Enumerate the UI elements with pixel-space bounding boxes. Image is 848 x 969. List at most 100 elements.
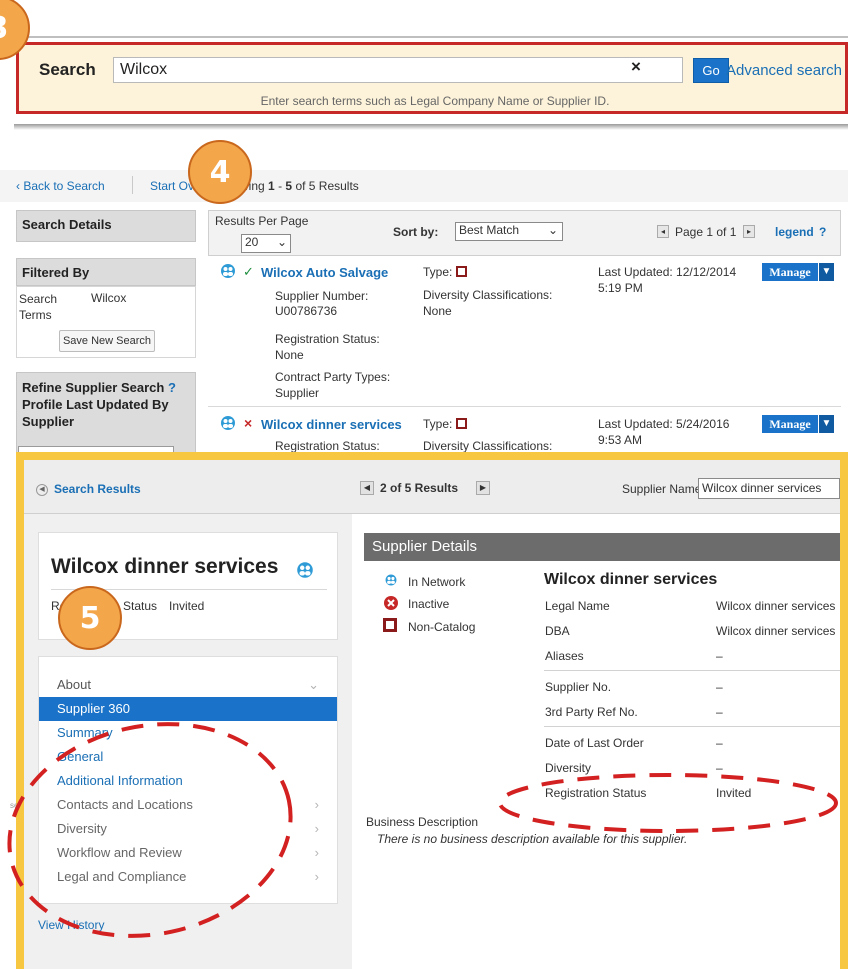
- showing-text: wing 1 - 5 of 5 Results: [240, 179, 359, 193]
- sort-by-label: Sort by:: [393, 225, 439, 239]
- search-label: Search: [39, 60, 96, 79]
- prev-page-icon[interactable]: ◂: [657, 225, 669, 238]
- chevron-down-icon[interactable]: ▼: [818, 415, 834, 433]
- side-fragment-label: ser: [10, 801, 22, 810]
- chevron-right-icon: ›: [314, 821, 319, 836]
- last-updated-time: 9:53 AM: [598, 433, 643, 447]
- next-page-icon[interactable]: ▸: [743, 225, 755, 238]
- nav-contacts-locations[interactable]: Contacts and Locations ›: [39, 793, 337, 817]
- detail-value: –: [716, 649, 723, 663]
- save-new-search-button[interactable]: Save New Search: [59, 330, 155, 352]
- nav-supplier-360[interactable]: Supplier 360: [39, 697, 337, 721]
- diversity-label: Diversity Classifications:: [423, 439, 553, 453]
- details-title: Wilcox dinner services: [544, 571, 718, 588]
- field-value: None: [275, 348, 304, 362]
- detail-value: –: [716, 761, 723, 775]
- back-to-search-link[interactable]: ‹ Back to Search: [16, 179, 105, 193]
- reg-status-label-end: Status: [123, 599, 158, 613]
- legend-help-icon[interactable]: ?: [819, 225, 826, 239]
- per-page-select[interactable]: 20 ⌄: [241, 234, 291, 253]
- chevron-right-icon: ›: [314, 797, 319, 812]
- nav-additional-information[interactable]: Additional Information: [39, 769, 337, 793]
- nav-diversity[interactable]: Diversity ›: [39, 817, 337, 841]
- search-panel: Search × Go Advanced search Enter search…: [16, 42, 848, 114]
- result-row: × Wilcox dinner services Type: Registrat…: [208, 408, 841, 456]
- inactive-x-icon: ×: [244, 415, 253, 431]
- last-updated: Last Updated: 5/24/2016: [598, 417, 730, 431]
- prev-supplier-icon[interactable]: ◀: [360, 481, 374, 495]
- back-icon[interactable]: ◀: [36, 484, 48, 496]
- supplier-title: Wilcox dinner services: [51, 555, 279, 578]
- detail-label: Legal Name: [545, 599, 610, 613]
- legend-inactive: Inactive: [408, 597, 450, 611]
- top-divider: [0, 36, 848, 38]
- detail-value: –: [716, 680, 723, 694]
- refine-help-icon[interactable]: ?: [168, 380, 176, 395]
- chevron-down-icon[interactable]: ▼: [818, 263, 834, 281]
- non-catalog-icon: [456, 418, 468, 429]
- active-check-icon: ✓: [243, 264, 254, 279]
- supplier-detail-overlay: ◀ Search Results ◀ 2 of 5 Results ▶ Supp…: [10, 452, 848, 969]
- field-label: Registration Status:: [275, 439, 380, 453]
- diversity-value: None: [423, 304, 452, 318]
- in-network-icon: [385, 574, 397, 586]
- field-label: Registration Status:: [275, 332, 380, 346]
- detail-label: Registration Status: [545, 786, 647, 800]
- detail-label: Aliases: [545, 649, 584, 663]
- field-label: Supplier Number:: [275, 289, 369, 303]
- view-history-link[interactable]: View History: [38, 918, 104, 932]
- reg-status-value: Invited: [169, 599, 205, 613]
- nav-workflow-review[interactable]: Workflow and Review ›: [39, 841, 337, 865]
- toolbar-divider: [132, 176, 133, 194]
- supplier-details-header: Supplier Details: [364, 533, 840, 561]
- detail-left-panel: Wilcox dinner services Re Status Invited…: [24, 514, 352, 969]
- search-hint: Enter search terms such as Legal Company…: [260, 94, 610, 108]
- supplier-name-link[interactable]: Wilcox dinner services: [261, 417, 402, 432]
- business-description-text: There is no business description availab…: [377, 832, 688, 846]
- clear-search-icon[interactable]: ×: [631, 57, 641, 77]
- result-row: ✓ Wilcox Auto Salvage Type: Supplier Num…: [208, 256, 841, 402]
- detail-value: Wilcox dinner services: [716, 624, 836, 638]
- in-network-icon: [221, 416, 235, 430]
- supplier-name-link[interactable]: Wilcox Auto Salvage: [261, 265, 388, 280]
- non-catalog-icon: [383, 618, 397, 632]
- nav-legal-compliance[interactable]: Legal and Compliance ›: [39, 865, 337, 889]
- manage-button[interactable]: Manage ▼: [762, 263, 834, 281]
- supplier-name-label: Supplier Name: [622, 482, 702, 496]
- legend-in-network: In Network: [408, 575, 466, 589]
- diversity-label: Diversity Classifications:: [423, 288, 553, 302]
- chevron-right-icon: ›: [314, 869, 319, 884]
- results-header: Results Per Page 20 ⌄ Sort by: Best Matc…: [208, 210, 841, 256]
- nav-summary[interactable]: Summary: [39, 721, 337, 745]
- business-description-label: Business Description: [366, 815, 479, 829]
- supplier-name-select[interactable]: Wilcox dinner services: [698, 478, 840, 499]
- detail-label: Diversity: [545, 761, 592, 775]
- field-label: Contract Party Types:: [275, 370, 391, 384]
- sort-select[interactable]: Best Match ⌄: [455, 222, 563, 241]
- search-results-link[interactable]: Search Results: [54, 482, 141, 496]
- go-button[interactable]: Go: [693, 58, 729, 83]
- nav-about[interactable]: About ⌄: [39, 673, 337, 697]
- nav-general[interactable]: General: [39, 745, 337, 769]
- detail-label: DBA: [545, 624, 570, 638]
- last-updated-time: 5:19 PM: [598, 281, 643, 295]
- results-toolbar: ‹ Back to Search Start Over wing 1 - 5 o…: [0, 170, 848, 202]
- advanced-search-link[interactable]: Advanced search: [726, 62, 842, 79]
- results-per-page-label: Results Per Page: [215, 214, 309, 228]
- search-input[interactable]: [113, 57, 683, 83]
- in-network-icon: [221, 264, 235, 278]
- page-indicator: Page 1 of 1: [675, 225, 737, 239]
- supplier-nav: About ⌄ Supplier 360 Summary General Addi…: [38, 656, 338, 904]
- filtered-by-box: Search Terms Wilcox Save New Search: [16, 286, 196, 358]
- manage-button[interactable]: Manage ▼: [762, 415, 834, 433]
- divider: [544, 670, 840, 671]
- detail-value: –: [716, 736, 723, 750]
- detail-value: –: [716, 705, 723, 719]
- chevron-down-icon: ⌄: [276, 235, 287, 249]
- detail-value: Invited: [716, 786, 752, 800]
- legend-link[interactable]: legend: [775, 225, 814, 239]
- legend-non-catalog: Non-Catalog: [408, 620, 476, 634]
- next-supplier-icon[interactable]: ▶: [476, 481, 490, 495]
- divider: [208, 406, 841, 407]
- panel-shadow: [14, 124, 848, 130]
